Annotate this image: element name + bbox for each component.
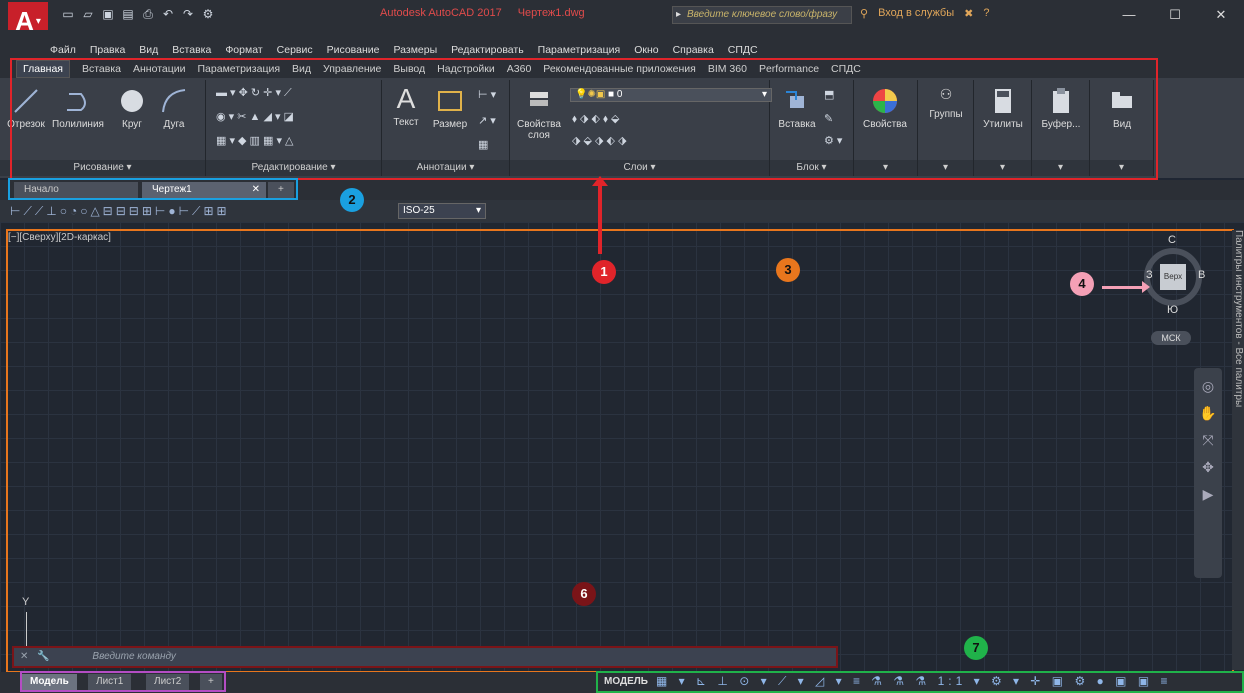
command-line[interactable]: ✕ 🔧 Введите команду xyxy=(12,646,838,668)
save-icon[interactable]: ▣ xyxy=(100,6,116,22)
window-controls: — ☐ ✕ xyxy=(1106,0,1244,30)
menu-items: Файл Правка Вид Вставка Формат Сервис Рисовани… xyxy=(50,44,758,58)
dimension-tools-icon[interactable]: ⊢⟋⟋⊥○◔○△⊟⊟⊟⊞⊢●⊢⟋⊞⊞ xyxy=(10,204,230,219)
search-input[interactable]: Введите ключевое слово/фразу xyxy=(672,6,852,24)
callout-badge-6: 6 xyxy=(572,582,596,606)
callout-badge-4: 4 xyxy=(1070,272,1094,296)
ribbon-callout-frame xyxy=(10,58,1158,180)
file-tabs-callout-frame xyxy=(8,178,298,200)
callout-arrow-4 xyxy=(1102,281,1150,293)
menu-item[interactable]: Вид xyxy=(139,44,158,58)
menu-item[interactable]: Файл xyxy=(50,44,76,58)
menu-item[interactable]: Редактировать xyxy=(451,44,524,58)
viewcube-face-top[interactable]: Верх xyxy=(1160,264,1186,290)
steering-wheel-icon[interactable]: ◎ xyxy=(1194,378,1222,395)
close-icon[interactable]: ✕ xyxy=(1198,0,1244,30)
callout-badge-1: 1 xyxy=(592,260,616,284)
callout-badge-7: 7 xyxy=(964,636,988,660)
menu-item[interactable]: Формат xyxy=(225,44,262,58)
layout-tabs-callout-frame xyxy=(20,671,226,692)
status-callout-frame xyxy=(596,671,1244,693)
compass-north: С xyxy=(1168,234,1176,246)
dimension-style-select[interactable]: ISO-25 ▾ xyxy=(398,203,486,219)
exchange-icon[interactable]: ✖ xyxy=(964,7,973,20)
compass-west: З xyxy=(1146,269,1153,281)
close-command-icon[interactable]: ✕ xyxy=(20,651,28,662)
menu-item[interactable]: Параметризация xyxy=(538,44,621,58)
menu-item[interactable]: Справка xyxy=(673,44,714,58)
customize-icon[interactable]: 🔧 xyxy=(37,651,49,662)
redo-icon[interactable]: ↷ xyxy=(180,6,196,22)
menu-item[interactable]: Правка xyxy=(90,44,125,58)
undo-icon[interactable]: ↶ xyxy=(160,6,176,22)
drawing-callout-frame xyxy=(6,229,1234,673)
save-as-icon[interactable]: ▤ xyxy=(120,6,136,22)
minimize-icon[interactable]: — xyxy=(1106,0,1152,30)
showmotion-icon[interactable]: ▶ xyxy=(1194,486,1222,503)
share-icon[interactable]: ⚙ xyxy=(200,6,216,22)
open-icon[interactable]: ▱ xyxy=(80,6,96,22)
binoculars-icon[interactable]: ⚲ xyxy=(860,7,868,20)
orbit-icon[interactable]: ✥ xyxy=(1194,459,1222,476)
zoom-icon[interactable]: ⤧ xyxy=(1194,432,1222,449)
print-icon[interactable]: ⎙ xyxy=(140,6,156,22)
title-right-area: ⚲ Вход в службы ✖ ? xyxy=(860,7,989,20)
callout-badge-2: 2 xyxy=(340,188,364,212)
menu-item[interactable]: Рисование xyxy=(327,44,380,58)
command-input[interactable]: Введите команду xyxy=(92,651,176,662)
compass-south: Ю xyxy=(1167,304,1179,316)
new-icon[interactable]: ▭ xyxy=(60,6,76,22)
menu-item[interactable]: Размеры xyxy=(394,44,438,58)
ucs-y-axis-label: Y xyxy=(22,596,30,608)
menu-item[interactable]: Сервис xyxy=(277,44,313,58)
viewcube[interactable]: Верх С Ю З В xyxy=(1138,234,1208,316)
compass-east: В xyxy=(1198,269,1206,281)
window-title: Autodesk AutoCAD 2017 Чертеж1.dwg xyxy=(380,7,585,19)
signin-link[interactable]: Вход в службы xyxy=(878,7,954,20)
pan-icon[interactable]: ✋ xyxy=(1194,405,1222,422)
wcs-menu[interactable]: МСК xyxy=(1151,331,1191,345)
quick-access-toolbar: ▭ ▱ ▣ ▤ ⎙ ↶ ↷ ⚙ xyxy=(60,6,216,22)
maximize-icon[interactable]: ☐ xyxy=(1152,0,1198,30)
callout-arrow-1 xyxy=(592,176,608,254)
menu-item[interactable]: Окно xyxy=(634,44,658,58)
help-icon[interactable]: ? xyxy=(983,7,989,20)
menu-item[interactable]: СПДС xyxy=(728,44,758,58)
tool-palettes-strip[interactable]: Палитры инструментов - Все палитры xyxy=(1232,230,1244,670)
callout-badge-3: 3 xyxy=(776,258,800,282)
menu-item[interactable]: Вставка xyxy=(172,44,211,58)
navigation-bar: ◎ ✋ ⤧ ✥ ▶ xyxy=(1194,368,1222,578)
